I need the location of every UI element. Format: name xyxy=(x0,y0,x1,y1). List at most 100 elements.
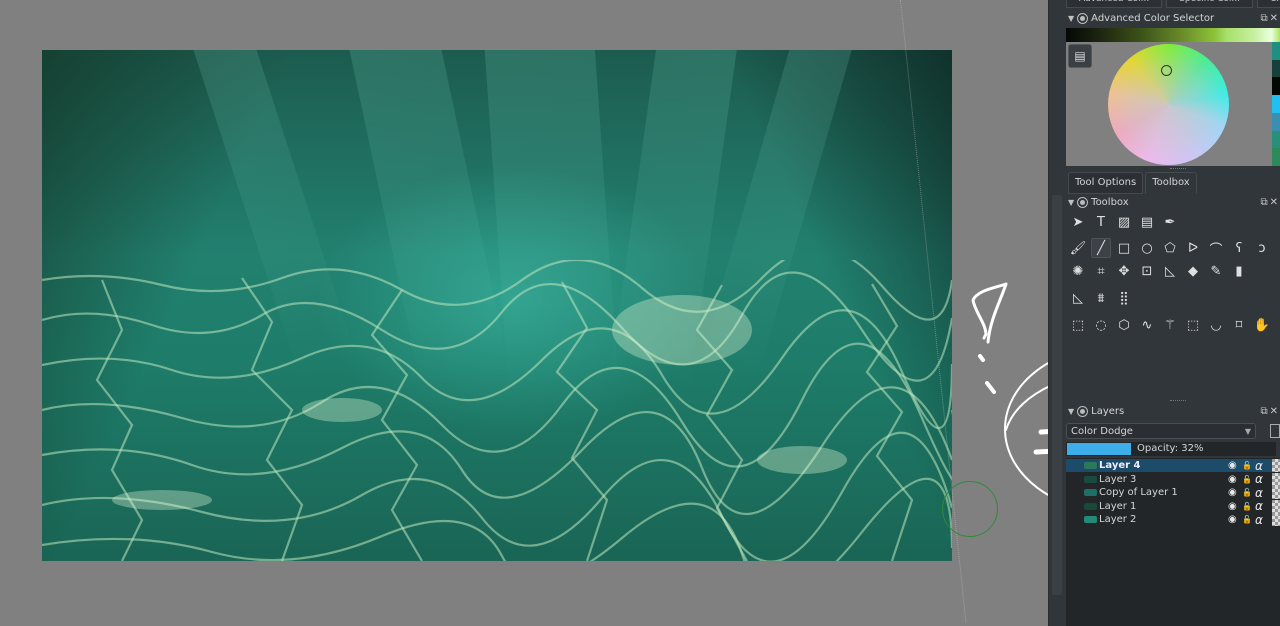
color-swatch[interactable] xyxy=(1272,59,1280,78)
close-docker-icon[interactable]: ✕ xyxy=(1270,197,1278,208)
polyline-icon[interactable]: ᐅ xyxy=(1183,238,1203,258)
bezier-icon[interactable]: ⌒ xyxy=(1206,238,1226,258)
visible-eye-icon[interactable]: ◉ xyxy=(1228,501,1237,512)
color-swatch[interactable] xyxy=(1272,95,1280,113)
right-docker-panel: Advanced Col... Specific Col... C... ▼ A… xyxy=(1066,0,1280,626)
visible-eye-icon[interactable]: ◉ xyxy=(1228,474,1237,485)
color-swatch[interactable] xyxy=(1272,130,1280,149)
color-swatch[interactable] xyxy=(1272,112,1280,131)
blend-mode-select[interactable]: Color Dodge ▼ xyxy=(1066,423,1256,439)
polygon-select-icon[interactable]: ⬡ xyxy=(1114,315,1134,335)
float-docker-icon[interactable]: ⧉ xyxy=(1260,13,1267,24)
perspective-grid-icon[interactable]: ⩩ xyxy=(1091,288,1111,308)
color-swatch[interactable] xyxy=(1272,77,1280,96)
alpha-lock-icon[interactable]: α xyxy=(1255,499,1263,513)
lock-icon[interactable]: 🔓 xyxy=(1242,502,1252,511)
pan-icon[interactable]: ✋ xyxy=(1252,315,1272,335)
freehand-path-icon[interactable]: ʕ xyxy=(1229,238,1249,258)
measure-icon[interactable]: ◺ xyxy=(1160,261,1180,281)
lock-docker-icon[interactable] xyxy=(1077,12,1089,24)
tab-tool-options[interactable]: Tool Options xyxy=(1068,172,1144,194)
color-swatch[interactable] xyxy=(1272,42,1280,60)
color-history-strip[interactable] xyxy=(1066,28,1280,42)
freehand-brush-icon[interactable]: 🖌 xyxy=(1068,238,1088,258)
freehand-select-icon[interactable]: ∿ xyxy=(1137,315,1157,335)
bezier-select-icon[interactable]: ◡ xyxy=(1206,315,1226,335)
layer-properties-icon[interactable] xyxy=(1270,424,1280,438)
polygon-icon[interactable]: ⬠ xyxy=(1160,238,1180,258)
fill-icon[interactable]: ◆ xyxy=(1183,261,1203,281)
layer-row[interactable]: Copy of Layer 1 ◉ 🔓 α xyxy=(1066,486,1280,500)
pattern-icon[interactable]: ▨ xyxy=(1114,212,1134,232)
toolbox-header: ▼ Toolbox ⧉ ✕ xyxy=(1068,195,1278,209)
layer-thumbnail xyxy=(1084,502,1097,510)
layer-row[interactable]: Layer 3 ◉ 🔓 α xyxy=(1066,472,1280,486)
lock-docker-icon[interactable] xyxy=(1077,196,1089,208)
alpha-lock-icon[interactable]: α xyxy=(1255,459,1263,473)
float-docker-icon[interactable]: ⧉ xyxy=(1260,406,1267,417)
dynamic-brush-icon[interactable]: ↄ xyxy=(1252,238,1272,258)
select-shapes-icon[interactable]: ➤ xyxy=(1068,212,1088,232)
ellipse-select-icon[interactable]: ◌ xyxy=(1091,315,1111,335)
transform-icon[interactable]: ⊡ xyxy=(1137,261,1157,281)
color-selector-menu-button[interactable]: ▤ xyxy=(1068,44,1092,68)
rectangle-icon[interactable]: □ xyxy=(1114,238,1134,258)
visible-eye-icon[interactable]: ◉ xyxy=(1228,514,1237,525)
float-docker-icon[interactable]: ⧉ xyxy=(1260,197,1267,208)
layer-preview-checker xyxy=(1272,459,1280,472)
color-swatch[interactable] xyxy=(1272,148,1280,167)
zoom-fit-icon[interactable]: ⌑ xyxy=(1229,315,1249,335)
color-picker-icon[interactable]: ✎ xyxy=(1206,261,1226,281)
opacity-slider[interactable]: Opacity: 32% xyxy=(1066,442,1276,456)
alpha-lock-icon[interactable]: α xyxy=(1255,513,1263,527)
docker-window-buttons: ⧉ ✕ xyxy=(1260,13,1278,24)
collapse-triangle-icon[interactable]: ▼ xyxy=(1068,14,1074,23)
tab-more[interactable]: C... xyxy=(1256,0,1280,8)
move-icon[interactable]: ✥ xyxy=(1114,261,1134,281)
gradient-icon[interactable]: ▮ xyxy=(1229,261,1249,281)
layer-row[interactable]: Layer 2 ◉ 🔓 α xyxy=(1066,513,1280,527)
similar-select-icon[interactable]: ⬚ xyxy=(1183,315,1203,335)
toolbox-row: 🖌 ╱ □ ○ ⬠ ᐅ ⌒ ʕ ↄ xyxy=(1068,238,1272,258)
text-icon[interactable]: T xyxy=(1091,212,1111,232)
ellipse-icon[interactable]: ○ xyxy=(1137,238,1157,258)
gradient-edit-icon[interactable]: ▤ xyxy=(1137,212,1157,232)
layer-row[interactable]: Layer 4 ◉ 🔓 α xyxy=(1066,459,1280,473)
canvas-area[interactable] xyxy=(0,0,1048,626)
tab-advanced-color[interactable]: Advanced Col... xyxy=(1066,0,1163,8)
splitter-handle[interactable] xyxy=(1170,400,1186,403)
visible-eye-icon[interactable]: ◉ xyxy=(1228,460,1237,471)
magic-wand-icon[interactable]: ⚚ xyxy=(1160,315,1180,335)
layer-name: Copy of Layer 1 xyxy=(1099,487,1178,498)
layers-header: ▼ Layers ⧉ ✕ xyxy=(1068,404,1278,418)
docker-title: Advanced Color Selector xyxy=(1091,12,1215,24)
tab-specific-color[interactable]: Specific Col... xyxy=(1166,0,1253,8)
multibrush-icon[interactable]: ✺ xyxy=(1068,261,1088,281)
visible-eye-icon[interactable]: ◉ xyxy=(1228,487,1237,498)
assistant-icon[interactable]: ◺ xyxy=(1068,288,1088,308)
artwork-image[interactable] xyxy=(42,50,952,561)
lock-docker-icon[interactable] xyxy=(1077,405,1089,417)
color-wheel-handle[interactable] xyxy=(1161,65,1172,76)
collapse-triangle-icon[interactable]: ▼ xyxy=(1068,198,1074,207)
dock-scrollbar-thumb[interactable] xyxy=(1052,195,1062,595)
calligraphy-icon[interactable]: ✒ xyxy=(1160,212,1180,232)
layer-preview-checker xyxy=(1272,499,1280,513)
close-docker-icon[interactable]: ✕ xyxy=(1270,406,1278,417)
rect-select-icon[interactable]: ⬚ xyxy=(1068,315,1088,335)
lock-icon[interactable]: 🔓 xyxy=(1242,461,1252,470)
line-icon[interactable]: ╱ xyxy=(1091,238,1111,258)
layer-name: Layer 1 xyxy=(1099,500,1137,512)
grid-icon[interactable]: ⣿ xyxy=(1114,288,1134,308)
alpha-lock-icon[interactable]: α xyxy=(1255,486,1263,500)
close-docker-icon[interactable]: ✕ xyxy=(1270,13,1278,24)
lock-icon[interactable]: 🔓 xyxy=(1242,488,1252,497)
layer-row[interactable]: Layer 1 ◉ 🔓 α xyxy=(1066,499,1280,513)
lock-icon[interactable]: 🔓 xyxy=(1242,515,1252,524)
tab-toolbox[interactable]: Toolbox xyxy=(1145,172,1197,194)
collapse-triangle-icon[interactable]: ▼ xyxy=(1068,407,1074,416)
splitter-handle[interactable] xyxy=(1170,168,1186,171)
crop-icon[interactable]: ⌗ xyxy=(1091,261,1111,281)
lock-icon[interactable]: 🔓 xyxy=(1242,475,1252,484)
alpha-lock-icon[interactable]: α xyxy=(1255,472,1263,486)
